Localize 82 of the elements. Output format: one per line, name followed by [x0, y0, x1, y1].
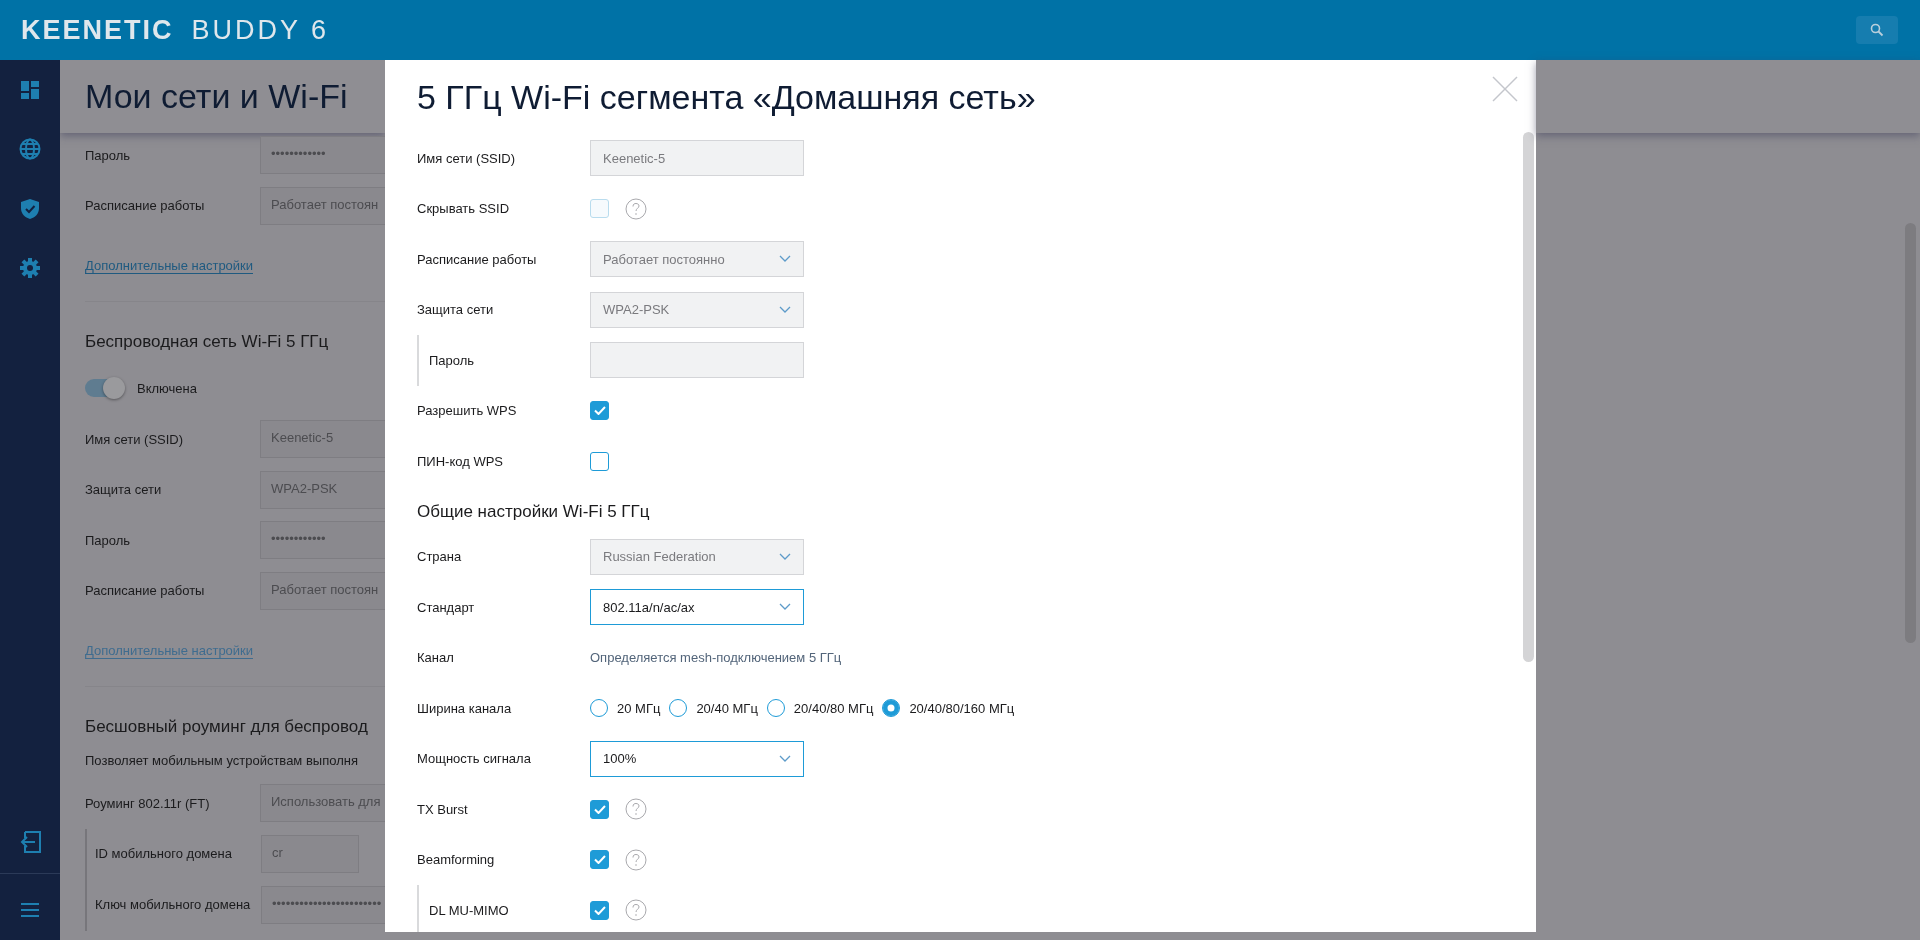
checkbox[interactable]: [590, 451, 609, 471]
section-heading: Бесшовный роуминг для беспровод: [85, 717, 369, 737]
checkbox[interactable]: [590, 799, 609, 819]
checkbox[interactable]: [590, 850, 609, 870]
field-label: Пароль: [85, 147, 132, 163]
field-label: Скрывать SSID: [417, 201, 510, 217]
field-label: Стандарт: [417, 599, 475, 615]
input-field[interactable]: Работает постоян: [260, 186, 385, 225]
input-field[interactable]: ••••••••••••: [260, 521, 385, 560]
scrollbar[interactable]: [1523, 132, 1534, 662]
close-icon[interactable]: [1492, 76, 1518, 102]
input-field[interactable]: Использовать для: [260, 784, 385, 823]
dropdown[interactable]: 100%: [590, 740, 804, 777]
chevron-down-icon: [779, 603, 791, 612]
check-icon: [593, 804, 606, 814]
section-heading: Беспроводная сеть Wi-Fi 5 ГГц: [85, 332, 330, 352]
field-label: Ключ мобильного домена: [95, 896, 252, 914]
chevron-down-icon: [779, 754, 791, 763]
field-label: Расписание работы: [85, 198, 206, 214]
radio-label[interactable]: 20/40 МГц: [696, 700, 758, 716]
field-label: TX Burst: [417, 801, 468, 817]
input-field[interactable]: WPA2-PSK: [260, 470, 385, 509]
brand-logo: KEENETIC: [21, 14, 174, 46]
channel-info: Определяется mesh-подключением 5 ГГц: [590, 650, 842, 666]
search-button[interactable]: [1856, 16, 1898, 44]
field-label: Пароль: [85, 532, 132, 548]
help-icon[interactable]: [625, 848, 647, 871]
toggle-label: Включена: [137, 380, 197, 396]
radio-label[interactable]: 20/40/80 МГц: [793, 700, 874, 716]
radio-button[interactable]: [766, 699, 785, 718]
field-label: DL MU-MIMO: [429, 902, 509, 918]
check-icon: [593, 855, 606, 865]
globe-icon[interactable]: [19, 138, 41, 160]
checkbox[interactable]: [590, 900, 609, 920]
shield-icon[interactable]: [20, 198, 40, 220]
section-heading: Общие настройки Wi-Fi 5 ГГц: [417, 500, 651, 523]
input-field[interactable]: Keenetic-5: [260, 420, 385, 459]
field-label: Защита сети: [85, 482, 163, 498]
field-label: Разрешить WPS: [417, 403, 517, 419]
field-label: Расписание работы: [85, 583, 206, 599]
chevron-down-icon: [779, 305, 791, 314]
help-icon[interactable]: [625, 899, 647, 922]
dialog-title: 5 ГГц Wi-Fi сегмента «Домашняя сеть»: [417, 78, 1036, 117]
toggle-switch[interactable]: [85, 379, 123, 397]
dashboard-icon[interactable]: [20, 80, 40, 100]
radio-button[interactable]: [882, 699, 901, 718]
page-title: Мои сети и Wi-Fi: [85, 77, 348, 116]
field-label: Имя сети (SSID): [417, 150, 516, 166]
radio-label[interactable]: 20 МГц: [617, 700, 661, 716]
check-icon: [593, 406, 606, 416]
radio-button[interactable]: [590, 699, 608, 718]
check-icon: [593, 905, 606, 915]
radio-label[interactable]: 20/40/80/160 МГц: [909, 700, 1015, 716]
search-icon: [1870, 23, 1884, 37]
input-field[interactable]: cr: [261, 835, 359, 873]
advanced-settings-link[interactable]: Дополнительные настройки: [85, 258, 254, 274]
checkbox[interactable]: [590, 401, 609, 421]
menu-icon[interactable]: [20, 902, 40, 918]
input-field[interactable]: ••••••••••••••••••••••••: [261, 886, 385, 924]
radio-button[interactable]: [669, 699, 688, 718]
help-icon[interactable]: [625, 798, 647, 821]
logout-icon[interactable]: [19, 831, 41, 853]
dropdown[interactable]: 802.11a/n/ac/ax: [590, 589, 804, 626]
description-text: Позволяет мобильным устройствам выполня: [85, 753, 359, 768]
chevron-down-icon: [779, 552, 791, 561]
product-name: BUDDY 6: [191, 14, 330, 46]
field-label: Пароль: [429, 352, 475, 368]
field-label: Ширина канала: [417, 700, 512, 716]
field-label: ПИН-код WPS: [417, 453, 503, 469]
field-label: Роуминг 802.11r (FT): [85, 795, 211, 811]
field-label: Beamforming: [417, 852, 495, 868]
settings-icon[interactable]: [20, 258, 40, 278]
field-label: Канал: [417, 650, 454, 666]
field-label: Мощность сигнала: [417, 751, 531, 767]
field-label: Имя сети (SSID): [85, 431, 185, 447]
field-label: ID мобильного домена: [95, 845, 233, 863]
field-label: Защита сети: [417, 302, 494, 318]
input-field[interactable]: Работает постоян: [260, 571, 385, 610]
field-label: Расписание работы: [417, 251, 537, 267]
field-label: Страна: [417, 549, 462, 565]
chevron-down-icon: [779, 255, 791, 264]
input-field[interactable]: ••••••••••••: [260, 136, 385, 175]
